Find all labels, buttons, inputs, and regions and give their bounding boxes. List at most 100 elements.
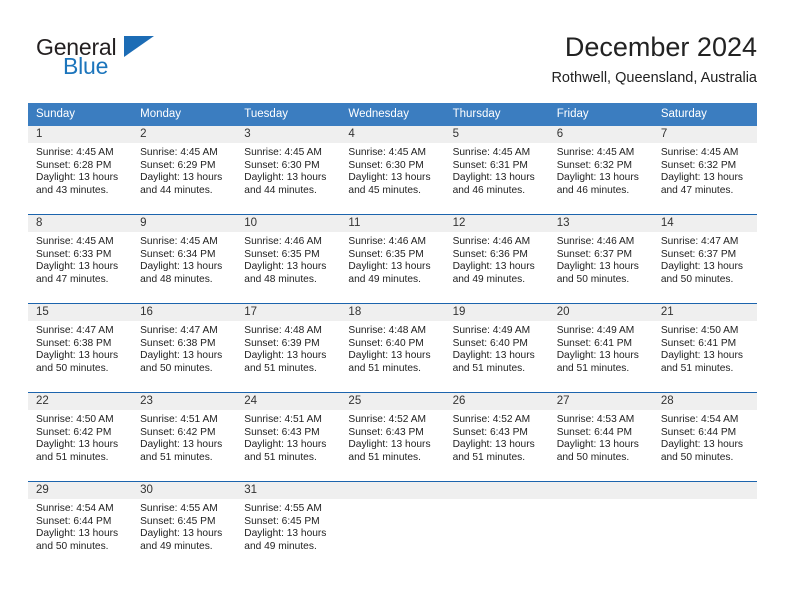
sunrise-text: Sunrise: 4:45 AM — [36, 147, 114, 158]
day-cell[interactable]: 20 Sunrise: 4:49 AM Sunset: 6:41 PM Dayligh… — [548, 304, 653, 392]
sunrise-text: Sunrise: 4:45 AM — [140, 147, 218, 158]
sunset-text: Sunset: 6:44 PM — [660, 426, 737, 438]
daylight-text-line1: Daylight: 13 hours — [556, 350, 639, 362]
day-cell[interactable]: 15 Sunrise: 4:47 AM Sunset: 6:38 PM Dayligh… — [28, 304, 133, 392]
sunset-text: Sunset: 6:30 PM — [244, 159, 320, 171]
logo-text-blue: Blue — [63, 53, 109, 79]
daylight-text-line2: and 47 minutes. — [36, 273, 109, 285]
day-cell[interactable]: 9 Sunrise: 4:45 AM Sunset: 6:34 PM Daylight… — [132, 215, 237, 303]
calendar-cell: 16 Sunrise: 4:47 AM Sunset: 6:38 PM Dayligh… — [132, 303, 237, 393]
daylight-text-line1: Daylight: 13 hours — [660, 350, 743, 362]
day-cell[interactable]: 16 Sunrise: 4:47 AM Sunset: 6:38 PM Dayligh… — [132, 304, 237, 392]
calendar-cell: 31 Sunrise: 4:55 AM Sunset: 6:45 PM Dayligh… — [236, 481, 341, 570]
daylight-text-line1: Daylight: 13 hours — [452, 172, 535, 184]
day-cell[interactable]: 4 Sunrise: 4:45 AM Sunset: 6:30 PM Daylight… — [340, 126, 445, 214]
daylight-text-line1: Daylight: 13 hours — [660, 261, 743, 273]
calendar-cell: 8 Sunrise: 4:45 AM Sunset: 6:33 PM Daylight… — [28, 214, 133, 304]
day-number: 27 — [548, 393, 653, 410]
day-cell[interactable]: 8 Sunrise: 4:45 AM Sunset: 6:33 PM Daylight… — [28, 215, 133, 303]
daylight-text-line1: Daylight: 13 hours — [36, 528, 119, 540]
calendar-cell: 14 Sunrise: 4:47 AM Sunset: 6:37 PM Dayligh… — [652, 214, 757, 304]
day-cell[interactable]: 27 Sunrise: 4:53 AM Sunset: 6:44 PM Dayligh… — [548, 393, 653, 481]
daylight-text-line1: Daylight: 13 hours — [36, 172, 119, 184]
day-detail: Sunrise: 4:45 AM Sunset: 6:29 PM Daylight:… — [132, 143, 236, 197]
day-cell[interactable]: 26 Sunrise: 4:52 AM Sunset: 6:43 PM Dayligh… — [444, 393, 549, 481]
sunset-text: Sunset: 6:35 PM — [348, 248, 424, 260]
day-cell-empty — [340, 482, 445, 570]
day-number: 3 — [236, 126, 341, 143]
weekday-header-row: Sunday Monday Tuesday Wednesday Thursday… — [28, 103, 757, 126]
daylight-text-line2: and 49 minutes. — [244, 540, 317, 552]
day-cell[interactable]: 23 Sunrise: 4:51 AM Sunset: 6:42 PM Dayligh… — [132, 393, 237, 481]
sunset-text: Sunset: 6:39 PM — [244, 337, 320, 349]
day-detail: Sunrise: 4:50 AM Sunset: 6:42 PM Daylight:… — [28, 410, 132, 464]
day-cell[interactable]: 28 Sunrise: 4:54 AM Sunset: 6:44 PM Dayligh… — [652, 393, 757, 481]
daylight-text-line1: Daylight: 13 hours — [36, 439, 119, 451]
sunrise-text: Sunrise: 4:47 AM — [36, 325, 114, 336]
day-cell[interactable]: 10 Sunrise: 4:46 AM Sunset: 6:35 PM Dayligh… — [236, 215, 341, 303]
day-cell[interactable]: 19 Sunrise: 4:49 AM Sunset: 6:40 PM Dayligh… — [444, 304, 549, 392]
day-cell[interactable]: 24 Sunrise: 4:51 AM Sunset: 6:43 PM Dayligh… — [236, 393, 341, 481]
day-number: 7 — [652, 126, 757, 143]
daylight-text-line1: Daylight: 13 hours — [348, 350, 431, 362]
day-detail: Sunrise: 4:53 AM Sunset: 6:44 PM Daylight:… — [549, 410, 653, 464]
day-cell[interactable]: 7 Sunrise: 4:45 AM Sunset: 6:32 PM Daylight… — [652, 126, 757, 214]
daylight-text-line1: Daylight: 13 hours — [660, 439, 743, 451]
day-cell[interactable]: 18 Sunrise: 4:48 AM Sunset: 6:40 PM Dayligh… — [340, 304, 445, 392]
sunset-text: Sunset: 6:40 PM — [452, 337, 528, 349]
day-cell[interactable]: 30 Sunrise: 4:55 AM Sunset: 6:45 PM Dayligh… — [132, 482, 237, 570]
day-number: 2 — [132, 126, 237, 143]
sunrise-text: Sunrise: 4:47 AM — [140, 325, 218, 336]
day-detail: Sunrise: 4:45 AM Sunset: 6:28 PM Daylight:… — [28, 143, 132, 197]
day-cell[interactable]: 13 Sunrise: 4:46 AM Sunset: 6:37 PM Dayligh… — [548, 215, 653, 303]
location-subtitle: Rothwell, Queensland, Australia — [551, 70, 757, 86]
calendar-cell: 1 Sunrise: 4:45 AM Sunset: 6:28 PM Daylight… — [28, 126, 133, 215]
sunrise-text: Sunrise: 4:52 AM — [348, 414, 427, 425]
daylight-text-line1: Daylight: 13 hours — [140, 261, 223, 273]
day-number: 17 — [236, 304, 341, 321]
day-detail: Sunrise: 4:49 AM Sunset: 6:41 PM Daylight:… — [549, 321, 653, 375]
calendar-page: General Blue December 2024 Rothwell, Que… — [0, 0, 792, 612]
day-cell[interactable]: 3 Sunrise: 4:45 AM Sunset: 6:30 PM Daylight… — [236, 126, 341, 214]
calendar-cell: 2 Sunrise: 4:45 AM Sunset: 6:29 PM Daylight… — [132, 126, 237, 215]
day-cell[interactable]: 31 Sunrise: 4:55 AM Sunset: 6:45 PM Dayligh… — [236, 482, 341, 570]
day-cell[interactable]: 1 Sunrise: 4:45 AM Sunset: 6:28 PM Daylight… — [28, 126, 133, 214]
day-cell[interactable]: 22 Sunrise: 4:50 AM Sunset: 6:42 PM Dayligh… — [28, 393, 133, 481]
day-cell[interactable]: 25 Sunrise: 4:52 AM Sunset: 6:43 PM Dayligh… — [340, 393, 445, 481]
day-detail: Sunrise: 4:52 AM Sunset: 6:43 PM Daylight:… — [340, 410, 444, 464]
day-cell[interactable]: 14 Sunrise: 4:47 AM Sunset: 6:37 PM Dayligh… — [652, 215, 757, 303]
sunrise-text: Sunrise: 4:45 AM — [660, 147, 739, 158]
calendar-cell: 21 Sunrise: 4:50 AM Sunset: 6:41 PM Dayligh… — [652, 303, 757, 393]
daylight-text-line2: and 51 minutes. — [140, 451, 213, 463]
daylight-text-line2: and 51 minutes. — [244, 451, 317, 463]
daylight-text-line2: and 48 minutes. — [244, 273, 317, 285]
daylight-text-line2: and 51 minutes. — [244, 362, 317, 374]
day-cell[interactable]: 17 Sunrise: 4:48 AM Sunset: 6:39 PM Dayligh… — [236, 304, 341, 392]
day-cell[interactable]: 12 Sunrise: 4:46 AM Sunset: 6:36 PM Dayligh… — [444, 215, 549, 303]
day-cell[interactable]: 29 Sunrise: 4:54 AM Sunset: 6:44 PM Dayligh… — [28, 482, 133, 570]
calendar-cell: 10 Sunrise: 4:46 AM Sunset: 6:35 PM Dayligh… — [236, 214, 341, 304]
calendar-cell: 23 Sunrise: 4:51 AM Sunset: 6:42 PM Dayligh… — [132, 392, 237, 482]
day-number: 1 — [28, 126, 133, 143]
sunrise-text: Sunrise: 4:45 AM — [36, 236, 114, 247]
day-number: 14 — [652, 215, 757, 232]
day-cell[interactable]: 6 Sunrise: 4:45 AM Sunset: 6:32 PM Daylight… — [548, 126, 653, 214]
day-detail: Sunrise: 4:52 AM Sunset: 6:43 PM Daylight:… — [445, 410, 549, 464]
sunrise-text: Sunrise: 4:45 AM — [140, 236, 218, 247]
sunrise-text: Sunrise: 4:47 AM — [660, 236, 739, 247]
day-cell[interactable]: 2 Sunrise: 4:45 AM Sunset: 6:29 PM Daylight… — [132, 126, 237, 214]
calendar-cell — [444, 481, 549, 570]
page-title: December 2024 — [564, 32, 757, 62]
sunrise-text: Sunrise: 4:51 AM — [140, 414, 218, 425]
day-number: 29 — [28, 482, 133, 499]
daylight-text-line1: Daylight: 13 hours — [244, 350, 327, 362]
day-cell[interactable]: 5 Sunrise: 4:45 AM Sunset: 6:31 PM Daylight… — [444, 126, 549, 214]
sunset-text: Sunset: 6:41 PM — [556, 337, 633, 349]
sunrise-text: Sunrise: 4:46 AM — [348, 236, 427, 247]
daylight-text-line2: and 50 minutes. — [660, 451, 734, 463]
generalblue-logo[interactable]: General Blue — [36, 34, 256, 86]
day-cell[interactable]: 21 Sunrise: 4:50 AM Sunset: 6:41 PM Dayligh… — [652, 304, 757, 392]
calendar-cell: 26 Sunrise: 4:52 AM Sunset: 6:43 PM Dayligh… — [444, 392, 549, 482]
day-cell[interactable]: 11 Sunrise: 4:46 AM Sunset: 6:35 PM Dayligh… — [340, 215, 445, 303]
weekday-header-sunday: Sunday — [28, 103, 133, 126]
